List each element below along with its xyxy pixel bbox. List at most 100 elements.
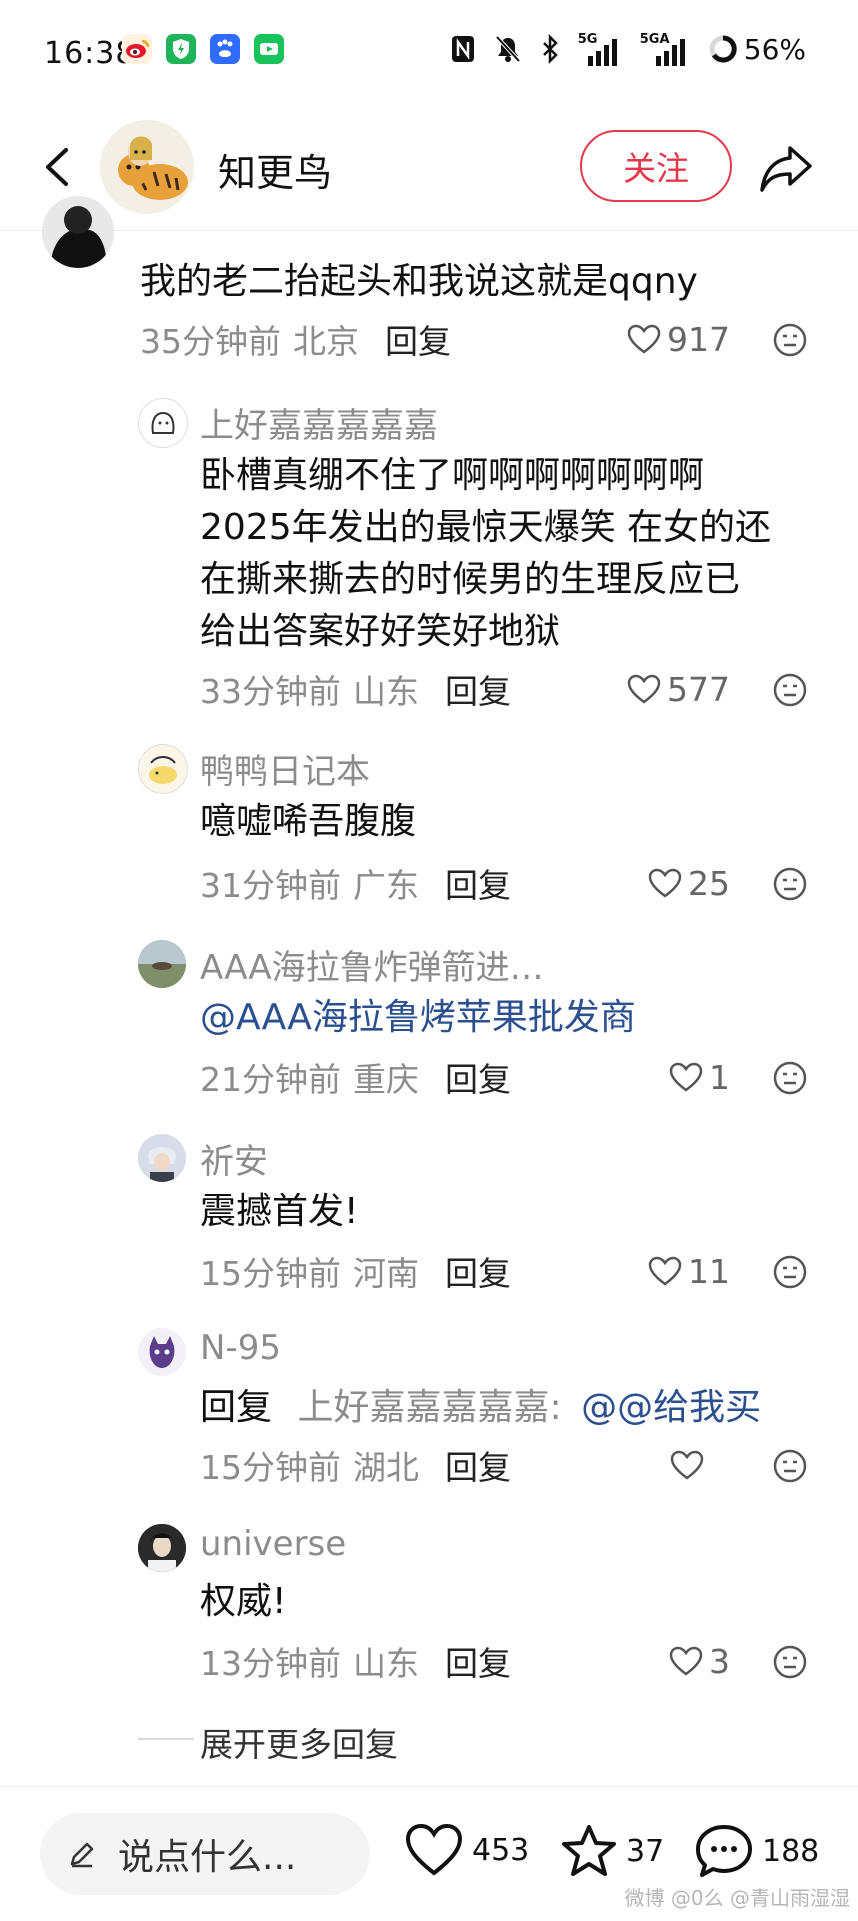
post-favorite-button[interactable]: 37 [560,1823,664,1879]
battery-percent: 56% [743,32,806,66]
post-like-button[interactable]: 453 [404,1823,529,1877]
comment-time: 35分钟前 [140,322,281,361]
expand-more-replies-button[interactable]: 展开更多回复 [200,1718,398,1766]
comment-text-line: 卧槽真绷不住了啊啊啊啊啊啊啊 [200,455,705,496]
like-button[interactable]: 3 [620,1636,730,1686]
heart-icon [670,1450,704,1480]
comment-text-line: 给出答案好好笑好地狱 [200,611,561,652]
comment-location: 北京 [293,322,359,361]
heart-icon [627,324,661,354]
reply-button[interactable]: 回复 [445,665,511,713]
post-comment-count: 188 [762,1833,820,1869]
heart-icon [405,1823,463,1876]
username[interactable]: 祈安 [200,1134,268,1183]
mute-bell-icon [495,35,521,63]
comment-time: 15分钟前 [200,1448,341,1487]
comment-location: 重庆 [353,1060,419,1099]
share-arrow-icon [760,146,812,192]
tiger-illustration-icon [100,120,194,214]
comment-text-line: 2025年发出的最惊天爆笑 在女的还 [200,507,772,548]
comment-text-line: 在撕来撕去的时候男的生理反应已 [200,559,741,600]
heart-icon [669,1646,703,1676]
reply-button[interactable]: 回复 [445,1637,511,1685]
reply-button[interactable]: 回复 [445,1441,511,1489]
avatar[interactable] [138,398,188,448]
comment-text: 回复 上好嘉嘉嘉嘉嘉: @@给我买 [200,1382,761,1434]
like-button[interactable]: 25 [620,858,730,908]
comment-time: 15分钟前 [200,1254,341,1293]
reply-prefix: 回复 [200,1387,273,1428]
avatar[interactable] [138,1134,186,1182]
reaction-button[interactable] [772,1060,808,1096]
chevron-left-icon [46,148,68,186]
like-button[interactable]: 917 [620,314,730,364]
reaction-button[interactable] [772,1644,808,1680]
bluetooth-icon [542,34,558,64]
avatar[interactable] [138,1328,186,1376]
reaction-button[interactable] [772,1448,808,1484]
author-name[interactable]: 知更鸟 [218,142,332,197]
status-right-group: 5G 5GA 56% [450,32,806,66]
comment-text: 权威! [200,1581,287,1622]
username[interactable]: 上好嘉嘉嘉嘉嘉 [200,398,438,447]
username[interactable]: AAA海拉鲁炸弹箭进… [200,940,544,989]
avatar[interactable] [42,196,114,268]
comment-meta: 21分钟前 重庆 回复 [200,1052,511,1102]
avatar[interactable] [138,940,186,988]
reply-target-username[interactable]: 上好嘉嘉嘉嘉嘉: [297,1387,561,1428]
author-avatar[interactable] [100,120,194,214]
comment-meta: 35分钟前 北京 回复 [140,314,451,364]
comment-time: 33分钟前 [200,672,341,711]
like-button[interactable]: 577 [620,664,730,714]
reaction-button[interactable] [772,866,808,902]
mention-text[interactable]: @AAA海拉鲁烤苹果批发商 [200,992,636,1044]
reaction-button[interactable] [772,1254,808,1290]
username[interactable]: 鸭鸭日记本 [200,744,370,793]
comment-location: 山东 [353,672,419,711]
avatar[interactable] [138,1524,186,1572]
like-button[interactable]: 11 [620,1246,730,1296]
reply-button[interactable]: 回复 [385,315,451,363]
reply-button[interactable]: 回复 [445,859,511,907]
weibo-icon [122,34,152,64]
comment-bubble-icon [696,1825,752,1877]
comment-location: 广东 [353,866,419,905]
comment-text: 噫嘘唏吾腹腹 [200,801,417,842]
like-count: 11 [688,1251,730,1291]
post-header: 知更鸟 关注 [0,104,858,231]
reply-button[interactable]: 回复 [445,1247,511,1295]
comment-location: 湖北 [353,1448,419,1487]
emoji-face-icon [773,867,807,901]
comment-text: 震撼首发! [200,1191,359,1232]
comment-time: 31分钟前 [200,866,341,905]
heart-icon [648,1256,682,1286]
comment-meta: 31分钟前 广东 回复 [200,858,511,908]
follow-button[interactable]: 关注 [580,130,732,202]
reply-button[interactable]: 回复 [445,1053,511,1101]
like-button[interactable]: 1 [620,1052,730,1102]
post-like-count: 453 [472,1832,530,1868]
expand-divider [138,1738,194,1740]
avatar[interactable] [138,744,188,794]
like-count: 1 [709,1057,730,1097]
username[interactable]: N-95 [200,1328,281,1368]
post-comment-button[interactable]: 188 [694,1823,819,1879]
comment-input[interactable]: 说点什么... [40,1813,370,1895]
heart-icon [627,674,661,704]
notification-app-icons [122,34,284,64]
share-button[interactable] [758,140,816,196]
nfc-icon [451,36,474,62]
like-count: 25 [688,863,730,903]
emoji-face-icon [773,1061,807,1095]
reaction-button[interactable] [772,322,808,358]
security-shield-icon [166,34,196,64]
username[interactable]: universe [200,1524,346,1564]
mention-text[interactable]: @@给我买 [581,1387,761,1428]
comment-input-placeholder: 说点什么... [118,1837,297,1878]
reaction-button[interactable] [772,672,808,708]
star-icon [562,1825,616,1876]
comment-location: 河南 [353,1254,419,1293]
back-button[interactable] [30,134,90,200]
emoji-face-icon [773,1449,807,1483]
like-button[interactable] [620,1440,710,1490]
